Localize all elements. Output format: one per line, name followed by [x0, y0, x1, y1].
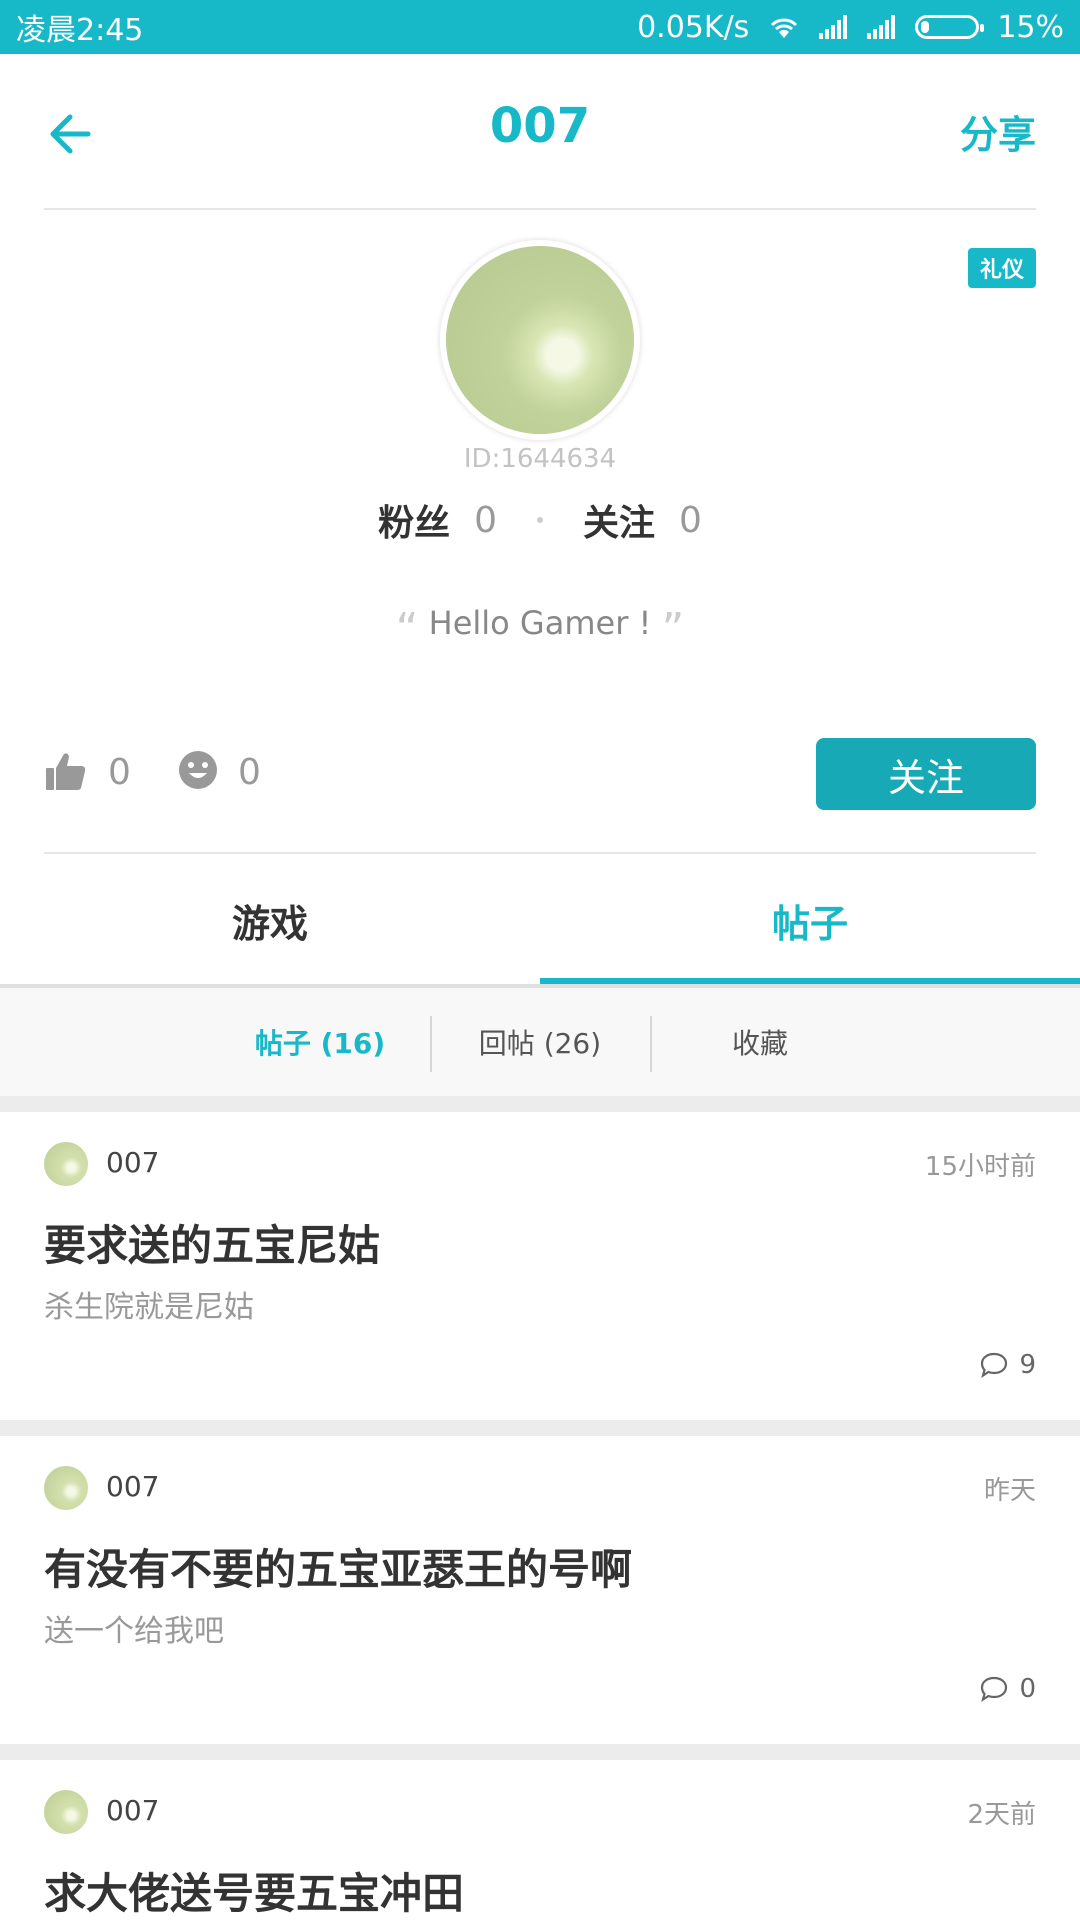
smile-count: 0	[238, 752, 261, 793]
user-id: ID:1644634	[463, 444, 617, 474]
subtab-replies[interactable]: 回帖 (26)	[430, 988, 650, 1096]
battery-percent: 15%	[997, 9, 1064, 45]
comment-count: 0	[1019, 1674, 1036, 1704]
signature-text: Hello Gamer !	[428, 604, 652, 642]
post-author[interactable]: 007	[106, 1146, 159, 1179]
subtab-favorites[interactable]: 收藏	[650, 988, 870, 1096]
subtab-bar: 帖子 (16) 回帖 (26) 收藏	[0, 988, 1080, 1096]
post-title[interactable]: 要求送的五宝尼姑	[44, 1212, 380, 1273]
author-avatar[interactable]	[44, 1466, 88, 1510]
signal-icon-2	[867, 15, 896, 39]
post-time: 15小时前	[924, 1152, 1036, 1182]
tab-posts[interactable]: 帖子	[540, 854, 1080, 986]
post-comment-count[interactable]: 0	[979, 1674, 1036, 1704]
section-gap	[0, 1744, 1080, 1760]
comment-icon	[981, 1352, 1008, 1378]
comment-count: 9	[1019, 1350, 1036, 1380]
close-quote-icon: ”	[661, 604, 685, 655]
post-title[interactable]: 有没有不要的五宝亚瑟王的号啊	[44, 1536, 632, 1597]
separator-dot	[537, 517, 543, 523]
like-count: 0	[108, 752, 131, 793]
section-gap	[0, 1096, 1080, 1112]
page-title: 007	[489, 98, 591, 154]
thumbs-up-icon[interactable]	[44, 750, 88, 794]
open-quote-icon: “	[395, 604, 419, 655]
fans-label[interactable]: 粉丝	[378, 494, 450, 546]
post-item[interactable]: 007 昨天 有没有不要的五宝亚瑟王的号啊 送一个给我吧 0	[0, 1436, 1080, 1744]
stats-row: 粉丝 0 关注 0	[0, 494, 1080, 546]
fans-count[interactable]: 0	[474, 500, 497, 541]
role-badge: 礼仪	[967, 248, 1036, 288]
status-bar: 凌晨2:45 0.05K/s 15%	[0, 0, 1080, 54]
battery-icon	[915, 15, 985, 39]
follow-button[interactable]: 关注	[816, 738, 1036, 810]
avatar[interactable]	[440, 240, 640, 440]
divider	[44, 208, 1036, 210]
following-count[interactable]: 0	[679, 500, 702, 541]
post-time: 2天前	[967, 1800, 1036, 1830]
avatar-image	[446, 246, 634, 434]
header: 007 分享	[0, 54, 1080, 210]
subtab-posts[interactable]: 帖子 (16)	[210, 988, 430, 1096]
tab-bar: 游戏 帖子	[0, 854, 1080, 986]
wifi-icon	[771, 18, 798, 38]
following-label[interactable]: 关注	[583, 494, 655, 546]
status-time: 凌晨2:45	[16, 13, 144, 48]
post-author[interactable]: 007	[106, 1794, 159, 1827]
comment-icon	[981, 1676, 1008, 1702]
smiley-icon[interactable]	[178, 750, 218, 790]
author-avatar[interactable]	[44, 1142, 88, 1186]
signature: “ Hello Gamer ! ”	[0, 604, 1080, 655]
author-avatar[interactable]	[44, 1790, 88, 1834]
post-author[interactable]: 007	[106, 1470, 159, 1503]
post-excerpt: 送一个给我吧	[44, 1614, 224, 1649]
network-speed: 0.05K/s	[637, 9, 750, 45]
screen: 凌晨2:45 0.05K/s 15% 007 分享 礼仪 ID:1644634 …	[0, 0, 1080, 1920]
post-item[interactable]: 007 15小时前 要求送的五宝尼姑 杀生院就是尼姑 9	[0, 1112, 1080, 1420]
signal-icon	[819, 15, 848, 39]
post-time: 昨天	[983, 1476, 1036, 1506]
post-item[interactable]: 007 2天前 求大佬送号要五宝冲田	[0, 1760, 1080, 1920]
share-button[interactable]: 分享	[960, 104, 1036, 159]
post-excerpt: 杀生院就是尼姑	[44, 1290, 254, 1325]
status-icons: 0.05K/s 15%	[637, 10, 1064, 45]
tab-games[interactable]: 游戏	[0, 854, 540, 986]
section-gap	[0, 1420, 1080, 1436]
post-title[interactable]: 求大佬送号要五宝冲田	[44, 1860, 464, 1920]
post-comment-count[interactable]: 9	[979, 1350, 1036, 1380]
action-row: 0 0 关注	[44, 738, 1036, 812]
